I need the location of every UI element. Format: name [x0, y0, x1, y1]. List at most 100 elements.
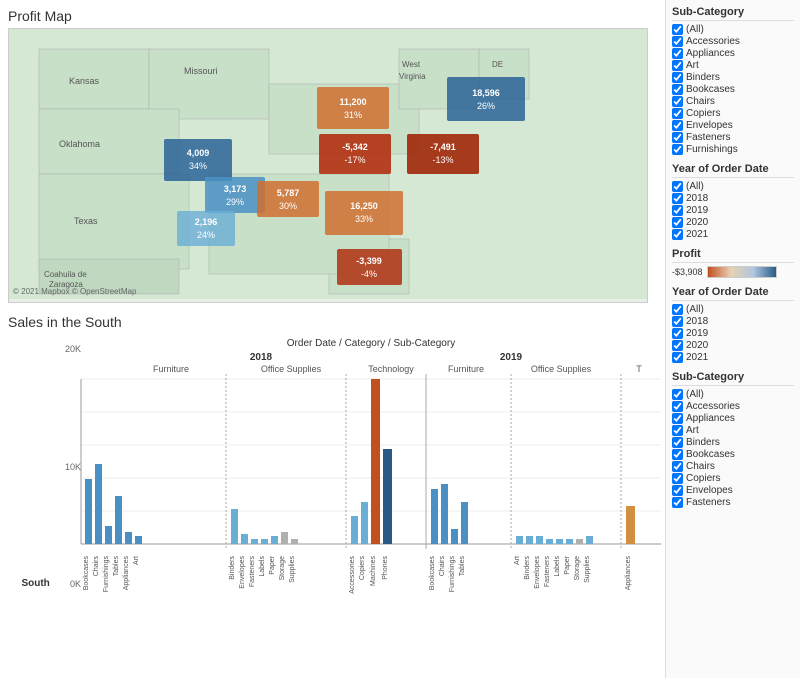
checkbox-year-all-top[interactable]: (All): [672, 181, 794, 192]
svg-text:Appliances: Appliances: [123, 556, 130, 591]
svg-text:Coahuila de: Coahuila de: [44, 270, 87, 279]
svg-text:Machines: Machines: [370, 556, 377, 586]
checkbox-binders-top[interactable]: Binders: [672, 72, 794, 83]
checkbox-art-bot[interactable]: Art: [672, 425, 794, 436]
svg-text:Binders: Binders: [229, 556, 236, 580]
checkbox-copiers-top-input[interactable]: [672, 108, 683, 119]
checkbox-bookcases-bot-input[interactable]: [672, 449, 683, 460]
checkbox-bookcases-bot[interactable]: Bookcases: [672, 449, 794, 460]
svg-text:Paper: Paper: [269, 555, 276, 574]
region-label: South: [8, 578, 50, 589]
svg-text:Texas: Texas: [74, 216, 98, 226]
checkbox-accessories-bot-input[interactable]: [672, 401, 683, 412]
checkbox-year-2021-bot[interactable]: 2021: [672, 352, 794, 363]
checkbox-envelopes-bot[interactable]: Envelopes: [672, 485, 794, 496]
checkbox-fasteners-top-input[interactable]: [672, 132, 683, 143]
checkbox-year-all-bot[interactable]: (All): [672, 304, 794, 315]
checkbox-appliances-bot-input[interactable]: [672, 413, 683, 424]
profit-legend-section: Profit -$3,908: [672, 248, 794, 278]
svg-text:Kansas: Kansas: [69, 76, 100, 86]
checkbox-chairs-top-label: Chairs: [686, 96, 715, 107]
checkbox-all-top[interactable]: (All): [672, 24, 794, 35]
svg-text:33%: 33%: [355, 214, 373, 224]
svg-text:Accessories: Accessories: [349, 556, 356, 594]
checkbox-accessories-top[interactable]: Accessories: [672, 36, 794, 47]
checkbox-year-2021-top[interactable]: 2021: [672, 229, 794, 240]
checkbox-chairs-top[interactable]: Chairs: [672, 96, 794, 107]
checkbox-year-2018-top[interactable]: 2018: [672, 193, 794, 204]
svg-text:Oklahoma: Oklahoma: [59, 139, 100, 149]
svg-text:Appliances: Appliances: [625, 556, 632, 591]
checkbox-art-top[interactable]: Art: [672, 60, 794, 71]
checkbox-year-2018-bot-input[interactable]: [672, 316, 683, 327]
svg-text:2,196: 2,196: [195, 217, 218, 227]
svg-text:Storage: Storage: [279, 556, 286, 581]
checkbox-furnishings-top-label: Furnishings: [686, 144, 738, 155]
checkbox-year-2019-bot-input[interactable]: [672, 328, 683, 339]
svg-text:Chairs: Chairs: [439, 556, 446, 577]
svg-text:31%: 31%: [344, 110, 362, 120]
svg-text:Copiers: Copiers: [359, 556, 366, 581]
checkbox-furnishings-top-input[interactable]: [672, 144, 683, 155]
svg-text:Supplies: Supplies: [584, 556, 591, 583]
checkbox-copiers-bot-input[interactable]: [672, 473, 683, 484]
svg-text:-3,399: -3,399: [356, 256, 382, 266]
checkbox-year-all-top-input[interactable]: [672, 181, 683, 192]
checkbox-all-top-input[interactable]: [672, 24, 683, 35]
checkbox-accessories-bot[interactable]: Accessories: [672, 401, 794, 412]
checkbox-envelopes-bot-input[interactable]: [672, 485, 683, 496]
checkbox-fasteners-bot[interactable]: Fasteners: [672, 497, 794, 508]
checkbox-appliances-top[interactable]: Appliances: [672, 48, 794, 59]
checkbox-envelopes-top[interactable]: Envelopes: [672, 120, 794, 131]
checkbox-year-2020-top-input[interactable]: [672, 217, 683, 228]
svg-text:Office Supplies: Office Supplies: [531, 364, 592, 374]
checkbox-art-bot-input[interactable]: [672, 425, 683, 436]
checkbox-accessories-top-input[interactable]: [672, 36, 683, 47]
checkbox-appliances-top-input[interactable]: [672, 48, 683, 59]
checkbox-year-2019-top-input[interactable]: [672, 205, 683, 216]
checkbox-furnishings-top[interactable]: Furnishings: [672, 144, 794, 155]
checkbox-art-top-input[interactable]: [672, 60, 683, 71]
checkbox-binders-bot[interactable]: Binders: [672, 437, 794, 448]
checkbox-all-bot[interactable]: (All): [672, 389, 794, 400]
checkbox-year-2021-top-input[interactable]: [672, 229, 683, 240]
svg-text:11,200: 11,200: [339, 97, 366, 107]
svg-text:24%: 24%: [197, 230, 215, 240]
svg-text:Furnishings: Furnishings: [449, 556, 456, 593]
checkbox-all-bot-input[interactable]: [672, 389, 683, 400]
checkbox-year-2020-top[interactable]: 2020: [672, 217, 794, 228]
checkbox-year-2018-bot[interactable]: 2018: [672, 316, 794, 327]
checkbox-year-2021-bot-input[interactable]: [672, 352, 683, 363]
checkbox-binders-top-input[interactable]: [672, 72, 683, 83]
profit-map-title: Profit Map: [8, 8, 661, 24]
checkbox-year-2019-bot[interactable]: 2019: [672, 328, 794, 339]
checkbox-envelopes-top-input[interactable]: [672, 120, 683, 131]
svg-text:West: West: [402, 60, 421, 69]
checkbox-bookcases-top-input[interactable]: [672, 84, 683, 95]
svg-text:Storage: Storage: [574, 556, 581, 581]
top-year-title: Year of Order Date: [672, 163, 794, 178]
checkbox-year-2020-bot-input[interactable]: [672, 340, 683, 351]
checkbox-fasteners-bot-input[interactable]: [672, 497, 683, 508]
svg-text:Labels: Labels: [554, 556, 561, 577]
checkbox-copiers-top-label: Copiers: [686, 108, 720, 119]
checkbox-year-all-bot-input[interactable]: [672, 304, 683, 315]
checkbox-chairs-bot[interactable]: Chairs: [672, 461, 794, 472]
profit-color-bar: [707, 266, 777, 278]
checkbox-year-2020-bot[interactable]: 2020: [672, 340, 794, 351]
checkbox-bookcases-top[interactable]: Bookcases: [672, 84, 794, 95]
checkbox-copiers-bot[interactable]: Copiers: [672, 473, 794, 484]
checkbox-binders-bot-input[interactable]: [672, 437, 683, 448]
checkbox-fasteners-top[interactable]: Fasteners: [672, 132, 794, 143]
checkbox-chairs-top-input[interactable]: [672, 96, 683, 107]
checkbox-copiers-top[interactable]: Copiers: [672, 108, 794, 119]
checkbox-chairs-bot-input[interactable]: [672, 461, 683, 472]
svg-text:2018: 2018: [250, 352, 273, 363]
checkbox-appliances-bot[interactable]: Appliances: [672, 413, 794, 424]
checkbox-year-2018-top-input[interactable]: [672, 193, 683, 204]
svg-text:16,250: 16,250: [350, 201, 378, 211]
top-subcategory-title: Sub-Category: [672, 6, 794, 21]
svg-text:Office Supplies: Office Supplies: [261, 364, 322, 374]
checkbox-year-2019-top[interactable]: 2019: [672, 205, 794, 216]
top-year-filter: Year of Order Date (All) 2018 2019 2020 …: [672, 163, 794, 240]
